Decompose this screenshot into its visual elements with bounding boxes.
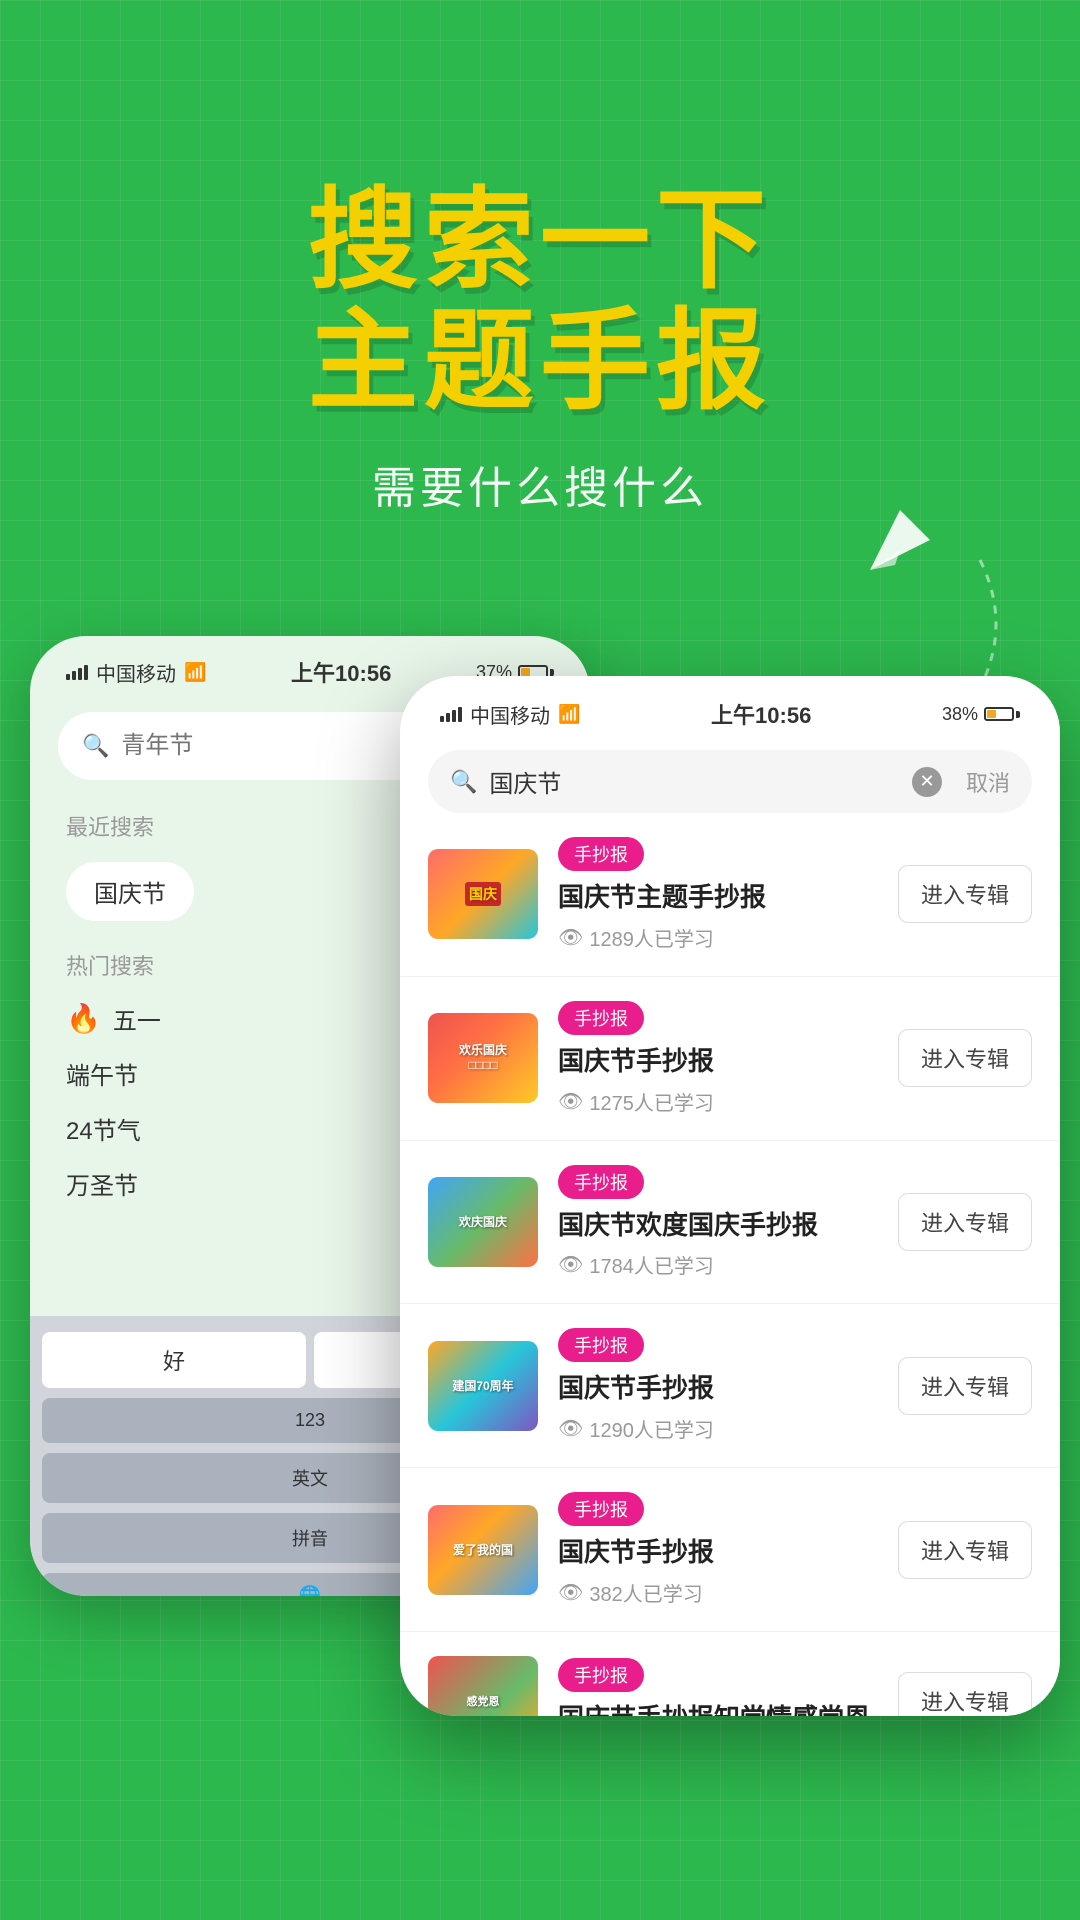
eye-icon-2: 👁	[558, 1089, 583, 1114]
front-search-query: 国庆节	[489, 764, 900, 799]
hot-item-3-label: 24节气	[66, 1111, 141, 1146]
result-badge-1: 手抄报	[558, 837, 644, 871]
result-views-5: 👁 382人已学习	[558, 1578, 878, 1607]
eye-icon-4: 👁	[558, 1416, 583, 1441]
result-info-6: 手抄报 国庆节手抄报知党情感党恩	[558, 1658, 878, 1716]
eye-icon-5: 👁	[558, 1580, 583, 1605]
result-item-5[interactable]: 爱了我的国 手抄报 国庆节手抄报 👁 382人已学习 进入专辑	[400, 1468, 1060, 1632]
result-badge-4: 手抄报	[558, 1328, 644, 1362]
page-wrapper: 搜索一下 主题手报 需要什么搜什么	[0, 0, 1080, 1920]
front-phone-search-bar[interactable]: 🔍 国庆节 ✕ 取消	[428, 750, 1032, 813]
back-phone-time: 上午10:56	[291, 656, 391, 688]
result-item-4[interactable]: 建国70周年 手抄报 国庆节手抄报 👁 1290人已学习 进入专辑	[400, 1304, 1060, 1468]
key-hao[interactable]: 好	[42, 1332, 306, 1388]
result-title-5: 国庆节手抄报	[558, 1536, 878, 1570]
front-phone-battery-pct: 38%	[942, 704, 978, 725]
back-phone-status-left: 中国移动 📶	[66, 658, 206, 687]
results-list: 国庆 手抄报 国庆节主题手抄报 👁 1289人已学习 进入专辑	[400, 813, 1060, 1716]
back-phone-carrier: 中国移动	[96, 658, 176, 687]
front-phone: 中国移动 📶 上午10:56 38% 🔍 国庆节	[400, 676, 1060, 1716]
result-item-1[interactable]: 国庆 手抄报 国庆节主题手抄报 👁 1289人已学习 进入专辑	[400, 813, 1060, 977]
eye-icon-3: 👁	[558, 1252, 583, 1277]
enter-album-btn-6[interactable]: 进入专辑	[898, 1672, 1032, 1716]
result-title-1: 国庆节主题手抄报	[558, 881, 878, 915]
eye-icon-1: 👁	[558, 925, 583, 950]
hot-item-4-label: 万圣节	[66, 1166, 138, 1201]
result-badge-5: 手抄报	[558, 1492, 644, 1526]
result-thumb-4: 建国70周年	[428, 1341, 538, 1431]
front-wifi-icon: 📶	[558, 704, 580, 725]
result-info-4: 手抄报 国庆节手抄报 👁 1290人已学习	[558, 1328, 878, 1443]
enter-album-btn-4[interactable]: 进入专辑	[898, 1357, 1032, 1415]
front-phone-time: 上午10:56	[711, 698, 811, 730]
result-views-1: 👁 1289人已学习	[558, 923, 878, 952]
result-title-4: 国庆节手抄报	[558, 1372, 878, 1406]
result-thumb-6: 感党恩	[428, 1656, 538, 1716]
search-icon: 🔍	[82, 733, 109, 759]
result-item-3[interactable]: 欢庆国庆 手抄报 国庆节欢度国庆手抄报 👁 1784人已学习 进入专辑	[400, 1141, 1060, 1305]
front-phone-status-left: 中国移动 📶	[440, 700, 580, 729]
fire-icon: 🔥	[66, 1002, 101, 1035]
result-info-3: 手抄报 国庆节欢度国庆手抄报 👁 1784人已学习	[558, 1165, 878, 1280]
hero-title-line2: 主题手报	[0, 301, 1080, 422]
enter-album-btn-2[interactable]: 进入专辑	[898, 1029, 1032, 1087]
paper-plane-icon	[860, 500, 940, 580]
result-info-1: 手抄报 国庆节主题手抄报 👁 1289人已学习	[558, 837, 878, 952]
hero-section: 搜索一下 主题手报 需要什么搜什么	[0, 0, 1080, 516]
front-battery-icon	[984, 707, 1020, 721]
front-cancel-btn[interactable]: 取消	[966, 766, 1010, 798]
result-title-2: 国庆节手抄报	[558, 1045, 878, 1079]
front-signal-icon	[440, 706, 462, 722]
result-badge-2: 手抄报	[558, 1001, 644, 1035]
result-badge-6: 手抄报	[558, 1658, 644, 1692]
hot-item-1-label: 五一	[113, 1001, 161, 1036]
result-thumb-3: 欢庆国庆	[428, 1177, 538, 1267]
result-views-3: 👁 1784人已学习	[558, 1250, 878, 1279]
result-title-3: 国庆节欢度国庆手抄报	[558, 1209, 878, 1243]
hero-title-line1: 搜索一下	[0, 180, 1080, 301]
result-badge-3: 手抄报	[558, 1165, 644, 1199]
enter-album-btn-5[interactable]: 进入专辑	[898, 1521, 1032, 1579]
recent-tag[interactable]: 国庆节	[66, 862, 194, 921]
hot-item-2-label: 端午节	[66, 1056, 138, 1091]
front-phone-status-right: 38%	[942, 704, 1020, 725]
result-info-5: 手抄报 国庆节手抄报 👁 382人已学习	[558, 1492, 878, 1607]
front-phone-carrier: 中国移动	[470, 700, 550, 729]
front-phone-status-bar: 中国移动 📶 上午10:56 38%	[400, 676, 1060, 730]
enter-album-btn-1[interactable]: 进入专辑	[898, 865, 1032, 923]
result-item-2[interactable]: 欢乐国庆□□□□ 手抄报 国庆节手抄报 👁 1275人已学习 进入专辑	[400, 977, 1060, 1141]
wifi-icon: 📶	[184, 662, 206, 683]
enter-album-btn-3[interactable]: 进入专辑	[898, 1193, 1032, 1251]
result-item-6[interactable]: 感党恩 手抄报 国庆节手抄报知党情感党恩 进入专辑	[400, 1632, 1060, 1716]
signal-icon	[66, 664, 88, 680]
phones-container: 中国移动 📶 上午10:56 37% 🔍	[0, 596, 1080, 1716]
result-thumb-1: 国庆	[428, 849, 538, 939]
front-search-icon: 🔍	[450, 769, 477, 795]
result-title-6: 国庆节手抄报知党情感党恩	[558, 1702, 878, 1716]
clear-search-button[interactable]: ✕	[912, 767, 942, 797]
result-thumb-5: 爱了我的国	[428, 1505, 538, 1595]
result-views-4: 👁 1290人已学习	[558, 1414, 878, 1443]
result-thumb-2: 欢乐国庆□□□□	[428, 1013, 538, 1103]
result-info-2: 手抄报 国庆节手抄报 👁 1275人已学习	[558, 1001, 878, 1116]
result-views-2: 👁 1275人已学习	[558, 1087, 878, 1116]
